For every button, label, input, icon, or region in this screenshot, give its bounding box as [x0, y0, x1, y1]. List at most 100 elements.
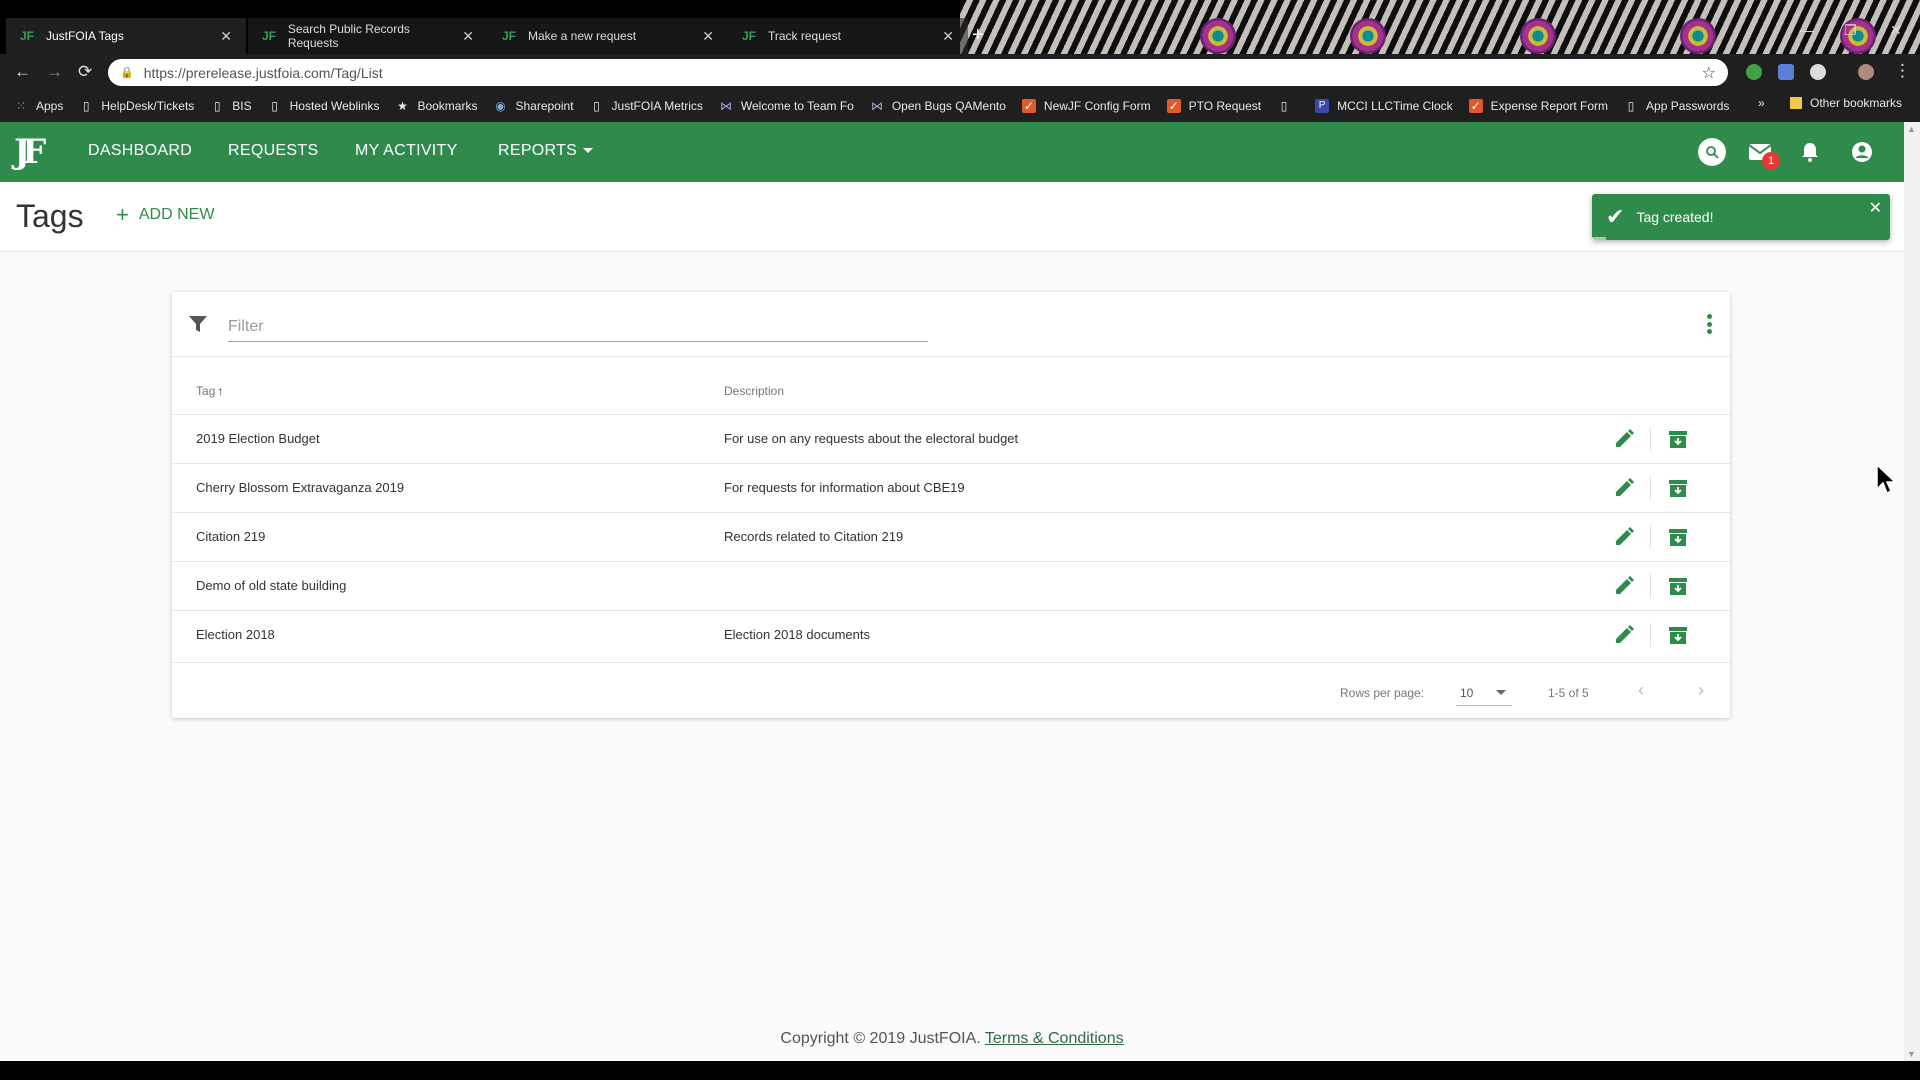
previous-page-icon[interactable]: ‹: [1638, 680, 1644, 701]
bookmark-sharepoint[interactable]: ◉ Sharepoint: [493, 99, 573, 113]
more-bookmarks-button[interactable]: »: [1758, 96, 1765, 110]
action-separator: [1650, 476, 1651, 500]
bookmark-app-passwords[interactable]: ▯ App Passwords: [1624, 99, 1730, 113]
page-scrollbar[interactable]: ▲ ▼: [1904, 122, 1920, 1061]
nav-dashboard[interactable]: DASHBOARD: [88, 142, 192, 160]
archive-icon[interactable]: [1668, 429, 1688, 449]
justfoia-favicon-icon: JF: [20, 29, 35, 43]
rows-per-page-select[interactable]: 10: [1456, 678, 1512, 706]
bookmark-label: JustFOIA Metrics: [611, 99, 703, 113]
archive-icon[interactable]: [1668, 527, 1688, 547]
restore-window-icon[interactable]: ❐: [1844, 22, 1857, 39]
rows-per-page-label: Rows per page:: [1340, 686, 1425, 700]
action-separator: [1650, 623, 1651, 647]
archive-icon[interactable]: [1668, 576, 1688, 596]
bell-icon[interactable]: [1796, 138, 1824, 166]
edit-pencil-icon[interactable]: [1614, 625, 1634, 645]
close-toast-icon[interactable]: ✕: [1869, 198, 1882, 218]
browser-tab-1[interactable]: JF Search Public Records Requests ✕: [248, 18, 488, 54]
checkbox-icon: ✓: [1021, 99, 1036, 113]
bookmark-newjf-config[interactable]: ✓ NewJF Config Form: [1021, 99, 1151, 113]
close-tab-icon[interactable]: ✕: [220, 28, 232, 45]
justfoia-favicon-icon: JF: [502, 29, 517, 43]
back-arrow-icon[interactable]: ←: [14, 62, 31, 82]
sort-arrow-up-icon: ↑: [217, 384, 224, 398]
browser-toolbar: ← → ⟳ 🔒 https://prerelease.justfoia.com/…: [0, 54, 1920, 90]
extension-circle-icon[interactable]: [1810, 64, 1826, 80]
archive-icon[interactable]: [1668, 478, 1688, 498]
column-header-description[interactable]: Description: [724, 384, 784, 398]
bookmark-time-clock[interactable]: P MCCI LLCTime Clock: [1315, 99, 1453, 113]
bookmark-apps[interactable]: ⁙ Apps: [14, 99, 63, 113]
bookmark-justfoia-metrics[interactable]: ▯ JustFOIA Metrics: [590, 99, 703, 113]
close-tab-icon[interactable]: ✕: [702, 28, 714, 45]
bookmark-pto-request[interactable]: ✓ PTO Request: [1166, 99, 1262, 113]
close-window-icon[interactable]: ✕: [1890, 22, 1902, 39]
add-new-button[interactable]: + ADD NEW: [116, 204, 214, 226]
column-header-tag[interactable]: Tag ↑: [196, 384, 223, 398]
bookmark-star-icon[interactable]: ☆: [1702, 63, 1716, 83]
account-icon[interactable]: [1848, 138, 1876, 166]
checkbox-icon: ✓: [1166, 99, 1181, 113]
bookmark-hosted-weblinks[interactable]: ▯ Hosted Weblinks: [268, 99, 379, 113]
justfoia-logo[interactable]: JF: [14, 134, 50, 170]
bookmark-bookmarks[interactable]: ★ Bookmarks: [395, 99, 477, 113]
archive-icon[interactable]: [1668, 625, 1688, 645]
tag-cell: Cherry Blossom Extravaganza 2019: [196, 480, 405, 495]
bookmark-unnamed[interactable]: ▯: [1277, 99, 1299, 113]
close-tab-icon[interactable]: ✕: [942, 28, 954, 45]
browser-tab-2[interactable]: JF Make a new request ✕: [488, 18, 728, 54]
filter-input[interactable]: [228, 312, 928, 342]
bookmark-label: PTO Request: [1188, 99, 1262, 113]
bookmark-label: BIS: [232, 99, 252, 113]
vs-icon: ⋈: [719, 99, 732, 113]
browser-tab-title: Search Public Records Requests: [287, 22, 410, 50]
bookmark-bis[interactable]: ▯ BIS: [210, 99, 252, 113]
profile-avatar-icon[interactable]: [1858, 64, 1874, 80]
address-bar-url: https://prerelease.justfoia.com/Tag/List: [143, 64, 383, 81]
nav-requests[interactable]: REQUESTS: [228, 142, 318, 160]
bookmark-helpdesk[interactable]: ▯ HelpDesk/Tickets: [79, 99, 194, 113]
theme-background: [960, 0, 1920, 54]
browser-tab-title: Make a new request: [528, 29, 637, 43]
table-row: Election 2018 Election 2018 documents: [172, 610, 1730, 659]
minimize-window-icon[interactable]: —: [1800, 22, 1814, 38]
nav-my-activity[interactable]: MY ACTIVITY: [355, 142, 458, 160]
extension-green-icon[interactable]: [1746, 64, 1762, 80]
scroll-up-icon[interactable]: ▲: [1907, 124, 1916, 134]
edit-pencil-icon[interactable]: [1614, 576, 1634, 596]
browser-tab-0[interactable]: JF JustFOIA Tags ✕: [6, 18, 246, 54]
browser-tab-3[interactable]: JF Track request ✕: [728, 18, 968, 54]
table-row: Demo of old state building: [172, 561, 1730, 610]
browser-tab-strip: JF JustFOIA Tags ✕ JF Search Public Reco…: [0, 0, 1920, 54]
browser-menu-icon[interactable]: ⋮: [1894, 61, 1911, 81]
bookmark-expense-report[interactable]: ✓ Expense Report Form: [1468, 99, 1608, 113]
edit-pencil-icon[interactable]: [1614, 527, 1634, 547]
terms-link[interactable]: Terms & Conditions: [985, 1030, 1124, 1047]
extension-camera-icon[interactable]: [1778, 64, 1794, 80]
tag-cell: Election 2018: [196, 627, 275, 642]
column-header-label: Description: [724, 384, 785, 398]
edit-pencil-icon[interactable]: [1614, 429, 1634, 449]
new-tab-button[interactable]: +: [972, 24, 984, 47]
search-icon[interactable]: [1698, 138, 1726, 166]
reload-icon[interactable]: ⟳: [78, 62, 92, 82]
bookmark-open-bugs[interactable]: ⋈ Open Bugs QAMento: [870, 99, 1006, 113]
lock-icon: 🔒: [120, 67, 134, 79]
forward-arrow-icon[interactable]: →: [46, 62, 63, 82]
close-tab-icon[interactable]: ✕: [462, 28, 474, 45]
dropdown-arrow-icon: [1496, 690, 1506, 695]
edit-pencil-icon[interactable]: [1614, 478, 1634, 498]
next-page-icon[interactable]: ›: [1698, 680, 1704, 701]
other-bookmarks[interactable]: Other bookmarks: [1790, 96, 1902, 110]
nav-reports[interactable]: REPORTS: [498, 142, 594, 160]
bookmark-welcome-team[interactable]: ⋈ Welcome to Team Fo: [719, 99, 854, 113]
divider: [172, 662, 1730, 663]
description-cell: For requests for information about CBE19: [724, 480, 965, 495]
checkmark-icon: ✔: [1606, 204, 1625, 229]
address-bar[interactable]: 🔒 https://prerelease.justfoia.com/Tag/Li…: [108, 59, 1728, 86]
more-options-icon[interactable]: [1706, 314, 1712, 334]
tag-cell: Demo of old state building: [196, 578, 347, 593]
description-cell: Election 2018 documents: [724, 627, 870, 642]
scroll-down-icon[interactable]: ▼: [1907, 1049, 1916, 1059]
